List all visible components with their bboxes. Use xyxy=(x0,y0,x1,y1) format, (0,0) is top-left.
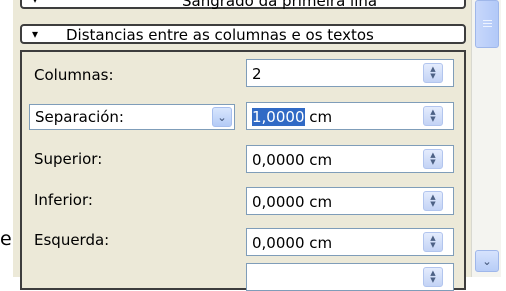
spacing-value: 1,0000 cm xyxy=(252,108,332,126)
spacing-value-unit: cm xyxy=(304,108,333,126)
spin-up-down-icon[interactable]: ▲ ▼ xyxy=(423,267,443,287)
top-field[interactable]: 0,0000 cm ▲ ▼ xyxy=(246,145,454,173)
spin-up-down-icon[interactable]: ▲ ▼ xyxy=(423,63,443,83)
scrollbar-thumb[interactable] xyxy=(475,0,499,48)
spin-up-down-icon[interactable]: ▲ ▼ xyxy=(423,191,443,211)
section-header-label: Sangrado da primeira liña xyxy=(182,0,378,10)
spin-up-down-icon[interactable]: ▲ ▼ xyxy=(423,232,443,252)
spacing-field[interactable]: 1,0000 cm ▲ ▼ xyxy=(246,102,454,130)
spacing-combo[interactable]: Separación: ⌄ xyxy=(29,104,235,130)
grip-line xyxy=(483,23,492,24)
spin-up-down-icon[interactable]: ▲ ▼ xyxy=(423,149,443,169)
next-field-partial[interactable]: ▲ ▼ xyxy=(246,263,454,291)
section-header-first-line-indent[interactable]: ▾ Sangrado da primeira liña xyxy=(20,0,466,9)
spin-up-down-icon[interactable]: ▲ ▼ xyxy=(423,106,443,126)
top-label: Superior: xyxy=(34,150,103,168)
left-value: 0,0000 cm xyxy=(252,234,333,252)
grip-line xyxy=(483,20,492,21)
chevron-down-icon[interactable]: ⌄ xyxy=(475,250,499,272)
triangle-bullet-icon: ▾ xyxy=(32,0,38,7)
spacing-value-selected: 1,0000 xyxy=(252,108,305,126)
columns-field[interactable]: 2 ▲ ▼ xyxy=(246,59,454,87)
section-header-column-distances[interactable]: ▾ Distancias entre as columnas e os text… xyxy=(20,24,466,44)
columns-label: Columnas: xyxy=(34,66,114,84)
grip-line xyxy=(483,26,492,27)
left-label: Esquerda: xyxy=(34,231,110,249)
bottom-value: 0,0000 cm xyxy=(252,193,333,211)
columns-value: 2 xyxy=(252,65,262,83)
section-header-label: Distancias entre as columnas e os textos xyxy=(66,26,374,44)
spacing-combo-label: Separación: xyxy=(35,108,124,126)
chevron-down-icon[interactable]: ⌄ xyxy=(212,107,232,127)
partial-text: e xyxy=(0,228,12,250)
bottom-label: Inferior: xyxy=(34,191,93,209)
vertical-scrollbar[interactable]: ⌄ xyxy=(471,0,501,277)
bottom-field[interactable]: 0,0000 cm ▲ ▼ xyxy=(246,187,454,215)
triangle-bullet-icon: ▾ xyxy=(32,27,39,41)
top-value: 0,0000 cm xyxy=(252,151,333,169)
left-field[interactable]: 0,0000 cm ▲ ▼ xyxy=(246,228,454,256)
